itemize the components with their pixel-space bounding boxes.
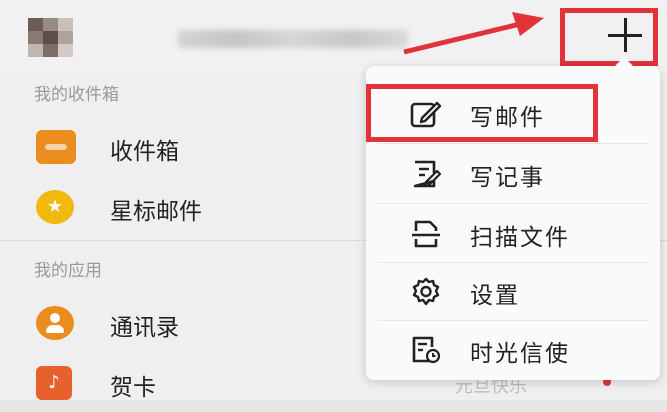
menu-item-label: 时光信使 [470,341,570,367]
inbox-tray-icon [36,130,76,164]
note-icon [413,160,442,188]
red-arrow-annotation [403,12,544,55]
account-name-redacted [178,30,408,48]
scan-document-icon [412,220,440,248]
starred-label: 星标邮件 [110,199,202,225]
mail-app: 我的收件箱 收件箱 ★ 星标邮件 我的应用 通讯录 ♪ 贺卡 元旦快乐 写邮件 … [0,0,667,401]
plus-icon[interactable] [608,18,642,52]
section-inbox-header: 我的收件箱 [34,85,119,105]
contacts-label: 通讯录 [110,315,179,341]
compose-highlight-box [366,84,598,142]
menu-item-label: 设置 [470,283,520,309]
contacts-icon [36,306,74,340]
menu-item-label: 扫描文件 [470,225,570,251]
menu-item-label: 写记事 [470,165,545,191]
greeting-card-label: 贺卡 [110,375,156,401]
menu-item-scan[interactable]: 扫描文件 [366,204,660,262]
star-icon: ★ [36,190,74,224]
menu-item-settings[interactable]: 设置 [366,262,660,320]
gear-icon [412,277,440,306]
section-apps-header: 我的应用 [34,261,102,281]
menu-item-note[interactable]: 写记事 [366,144,660,202]
time-letter-icon [412,336,441,364]
menu-item-time-letter[interactable]: 时光信使 [366,320,660,378]
top-bar [0,0,667,72]
greeting-card-icon: ♪ [36,366,72,400]
avatar[interactable] [28,18,74,58]
inbox-label: 收件箱 [110,139,179,165]
